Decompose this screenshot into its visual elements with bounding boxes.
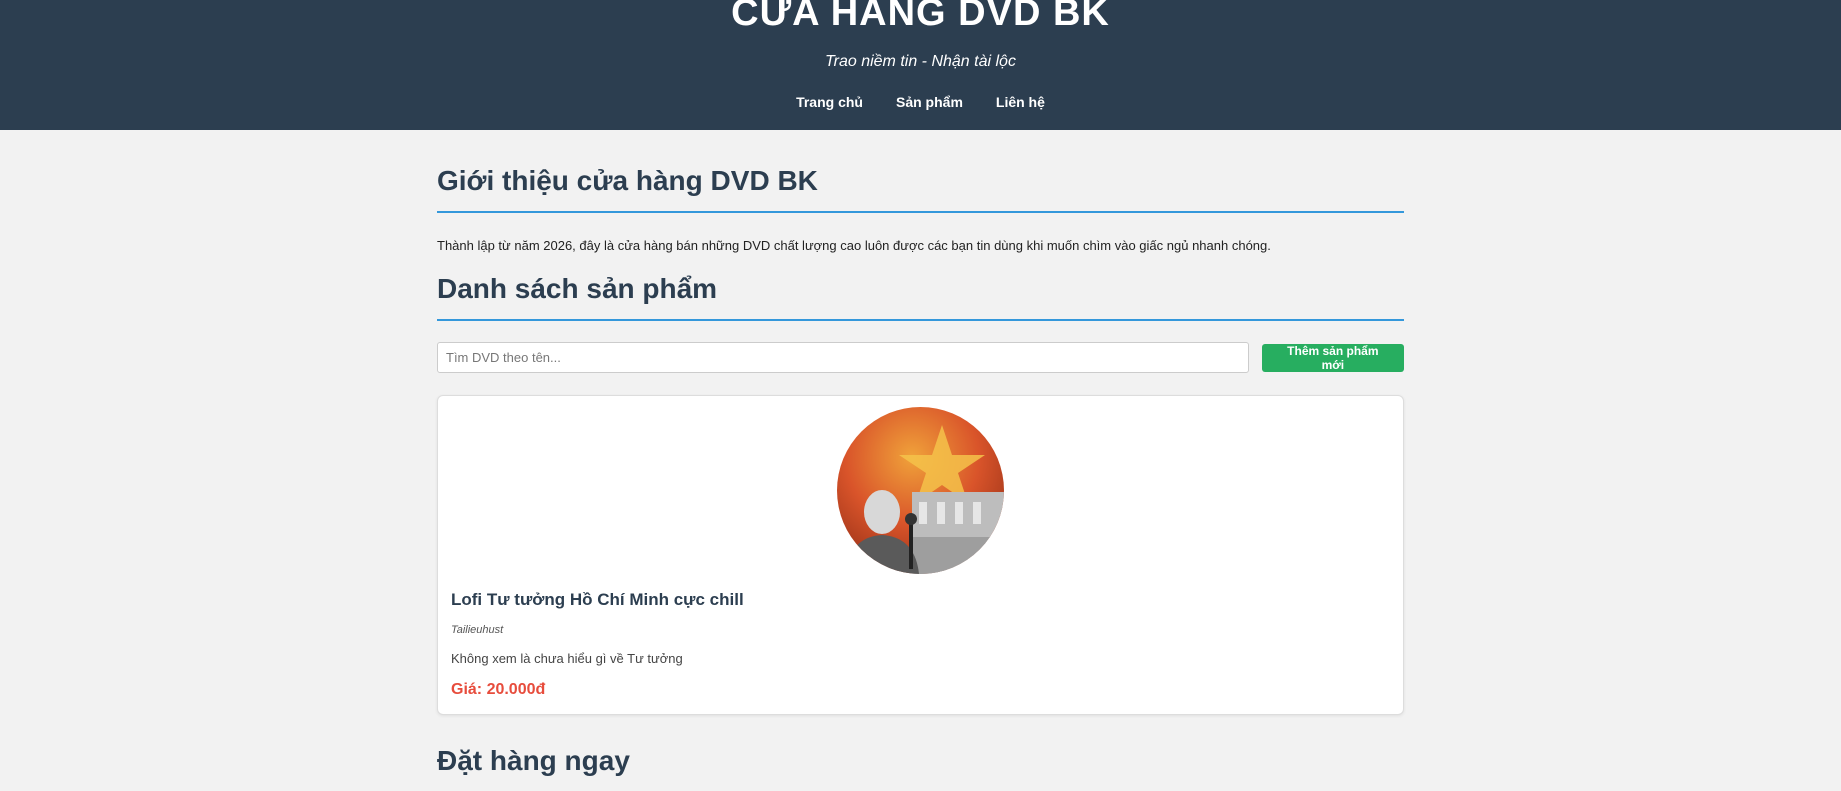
product-name: Lofi Tư tưởng Hồ Chí Minh cực chill	[451, 590, 744, 609]
add-product-button[interactable]: Thêm sản phẩm mới	[1261, 343, 1404, 372]
intro-title: Giới thiệu cửa hàng DVD BK	[437, 130, 1404, 213]
product-price: Giá: 20.000đ	[451, 681, 546, 698]
product-author: Tailieuhust	[451, 624, 504, 636]
product-toolbar: Thêm sản phẩm mới	[437, 342, 1404, 373]
intro-text: Thành lập từ năm 2026, đây là cửa hàng b…	[437, 238, 1271, 253]
product-card: Lofi Tư tưởng Hồ Chí Minh cực chill Tail…	[437, 395, 1404, 715]
site-header: CỬA HÀNG DVD BK Trao niềm tin - Nhận tài…	[0, 0, 1841, 130]
nav-link-home[interactable]: Trang chủ	[796, 94, 863, 110]
nav-link-products[interactable]: Sản phẩm	[896, 94, 963, 110]
main-content: Giới thiệu cửa hàng DVD BK Thành lập từ …	[437, 130, 1404, 791]
site-title: CỬA HÀNG DVD BK	[731, 0, 1110, 34]
search-input[interactable]	[437, 342, 1249, 373]
nav-link-contact[interactable]: Liên hệ	[996, 94, 1045, 110]
site-tagline: Trao niềm tin - Nhận tài lộc	[825, 53, 1016, 70]
product-image	[837, 407, 1004, 574]
main-nav: Trang chủ Sản phẩm Liên hệ	[0, 94, 1841, 110]
order-title: Đặt hàng ngay	[437, 745, 630, 776]
product-description: Không xem là chưa hiểu gì về Tư tưởng	[451, 651, 683, 666]
products-title: Danh sách sản phẩm	[437, 273, 1404, 321]
